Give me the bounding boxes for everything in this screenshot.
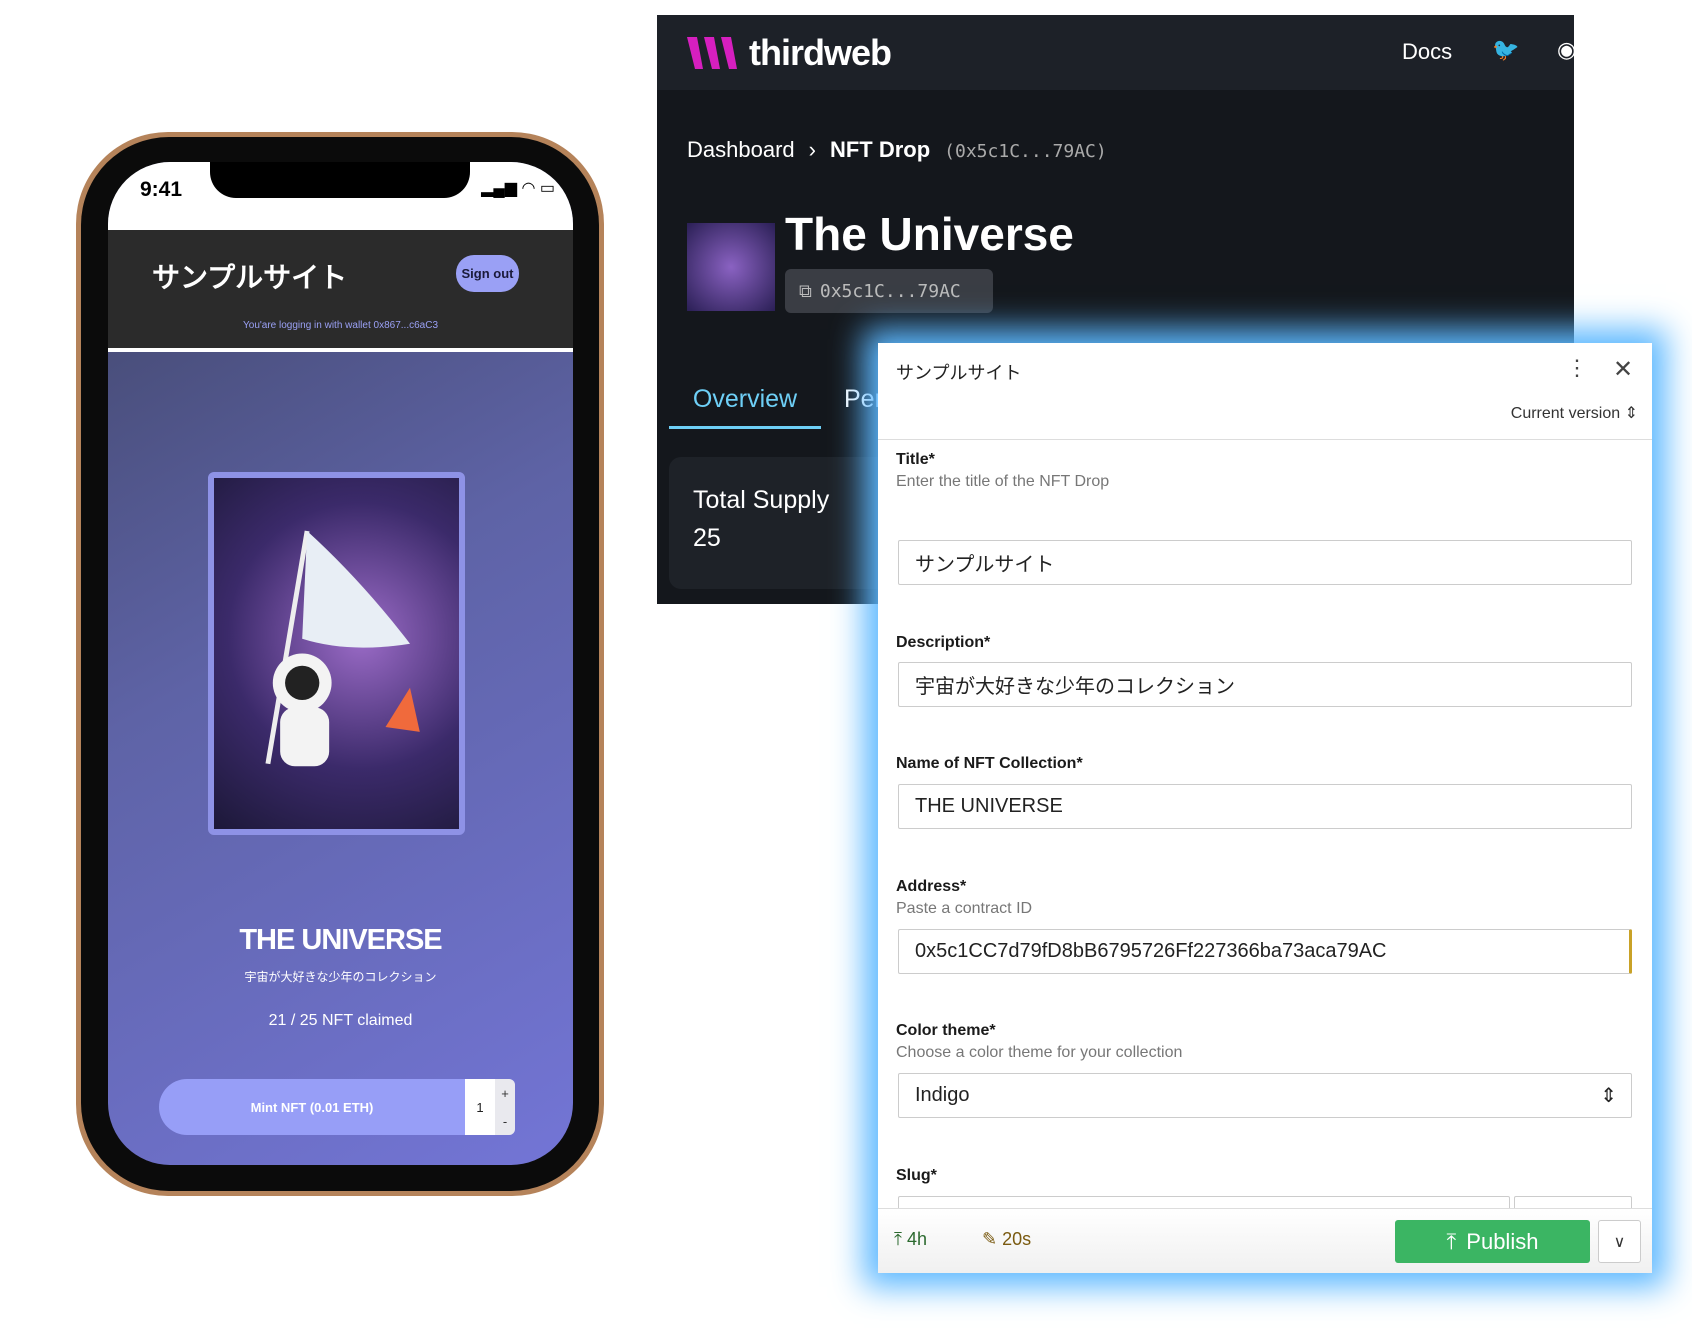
collection-name-label: Name of NFT Collection*: [896, 755, 1083, 772]
page-title: The Universe: [785, 208, 1074, 260]
updown-chevron-icon: ⇕: [1624, 405, 1638, 422]
brand-name: thirdweb: [749, 32, 892, 73]
description-input[interactable]: 宇宙が大好きな少年のコレクション: [898, 662, 1632, 707]
collection-description: 宇宙が大好きな少年のコレクション: [244, 970, 437, 984]
edited-ago: 20s: [1002, 1229, 1032, 1249]
thirdweb-logo-icon: [687, 37, 737, 69]
collection-name: THE UNIVERSE: [239, 924, 442, 956]
address-input[interactable]: 0x5c1CC7d79fD8bB6795726Ff227366ba73aca79…: [898, 929, 1632, 974]
breadcrumb: Dashboard › NFT Drop (0x5c1C...79AC): [687, 137, 1107, 163]
slug-label: Slug*: [896, 1167, 937, 1184]
nft-image: [208, 472, 465, 835]
edit-dialog: サンプルサイト ⋮ ✕ Current version ⇕ Title* Ent…: [878, 343, 1652, 1273]
wallet-text: You'are logging in with wallet 0x867...c…: [243, 320, 438, 331]
breadcrumb-separator: ›: [808, 137, 816, 162]
breadcrumb-current: NFT Drop: [829, 137, 931, 162]
quantity-stepper[interactable]: + -: [495, 1079, 515, 1135]
copy-icon: ⧉: [799, 280, 812, 302]
site-title: サンプルサイト: [152, 262, 348, 293]
last-published: ⤒ 4h: [894, 1229, 927, 1250]
site-header: サンプルサイト Sign out You'are logging in with…: [108, 230, 573, 352]
close-icon[interactable]: ✕: [1613, 355, 1633, 384]
publish-options-chevron-icon[interactable]: ∨: [1598, 1220, 1641, 1263]
address-hint: Paste a contract ID: [896, 900, 1033, 917]
mint-button[interactable]: Mint NFT (0.01 ETH): [159, 1079, 465, 1135]
sign-out-button[interactable]: Sign out: [456, 255, 519, 292]
tab-overview[interactable]: Overview: [669, 385, 821, 429]
publish-arrow-icon: ⤒: [894, 1229, 902, 1249]
more-options-icon[interactable]: ⋮: [1566, 355, 1588, 381]
title-label: Title*: [896, 451, 935, 468]
decrement-button[interactable]: -: [503, 1114, 507, 1129]
twitter-icon[interactable]: 🐦: [1492, 37, 1519, 63]
docs-link[interactable]: Docs: [1402, 39, 1452, 65]
divider: [878, 439, 1652, 440]
breadcrumb-dashboard[interactable]: Dashboard: [687, 137, 795, 163]
published-ago: 4h: [906, 1229, 928, 1249]
phone-screen: 9:41 ▂▄▆ ◠ ▭ サンプルサイト Sign out You'are lo…: [108, 162, 573, 1165]
color-theme-value: Indigo: [915, 1084, 970, 1106]
color-theme-select[interactable]: Indigo ⇕: [898, 1073, 1632, 1118]
clock: 9:41: [140, 178, 183, 201]
last-edited: ✎ 20s: [982, 1229, 1031, 1250]
dialog-footer: ⤒ 4h ✎ 20s ⤒ Publish ∨: [878, 1208, 1652, 1273]
top-nav: thirdweb Docs 🐦 ◉: [657, 15, 1574, 90]
copy-address-button[interactable]: ⧉ 0x5c1C...79AC: [785, 269, 993, 313]
contract-thumbnail: [687, 223, 775, 311]
pencil-icon: ✎: [982, 1229, 998, 1249]
signal-wifi-battery-icon: ▂▄▆ ◠ ▭: [481, 180, 555, 197]
color-theme-hint: Choose a color theme for your collection: [896, 1044, 1183, 1061]
title-hint: Enter the title of the NFT Drop: [896, 473, 1110, 490]
breadcrumb-address: (0x5c1C...79AC): [944, 141, 1107, 162]
publish-label: Publish: [1466, 1228, 1539, 1254]
astronaut-flag-illustration: [265, 530, 420, 767]
status-bar: 9:41 ▂▄▆ ◠ ▭: [108, 162, 573, 230]
version-select[interactable]: Current version ⇕: [1511, 403, 1638, 423]
title-input[interactable]: サンプルサイト: [898, 540, 1632, 585]
address-text: 0x5c1C...79AC: [819, 280, 961, 302]
increment-button[interactable]: +: [501, 1086, 509, 1101]
thirdweb-logo[interactable]: thirdweb: [687, 32, 892, 74]
quantity-input[interactable]: 1: [465, 1079, 495, 1135]
claimed-count: 21 / 25 NFT claimed: [268, 1012, 413, 1029]
publish-arrow-icon: ⤒: [1446, 1228, 1457, 1254]
version-label: Current version: [1510, 405, 1621, 422]
mint-control: Mint NFT (0.01 ETH) 1 + -: [159, 1079, 515, 1135]
publish-button[interactable]: ⤒ Publish: [1395, 1220, 1590, 1263]
notch: [210, 162, 470, 198]
dialog-title: サンプルサイト: [896, 363, 1022, 383]
discord-icon[interactable]: ◉: [1557, 37, 1574, 63]
collection-name-input[interactable]: THE UNIVERSE: [898, 784, 1632, 829]
description-label: Description*: [896, 634, 991, 651]
address-label: Address*: [896, 878, 967, 895]
updown-chevron-icon: ⇕: [1600, 1085, 1617, 1107]
color-theme-label: Color theme*: [896, 1022, 996, 1039]
